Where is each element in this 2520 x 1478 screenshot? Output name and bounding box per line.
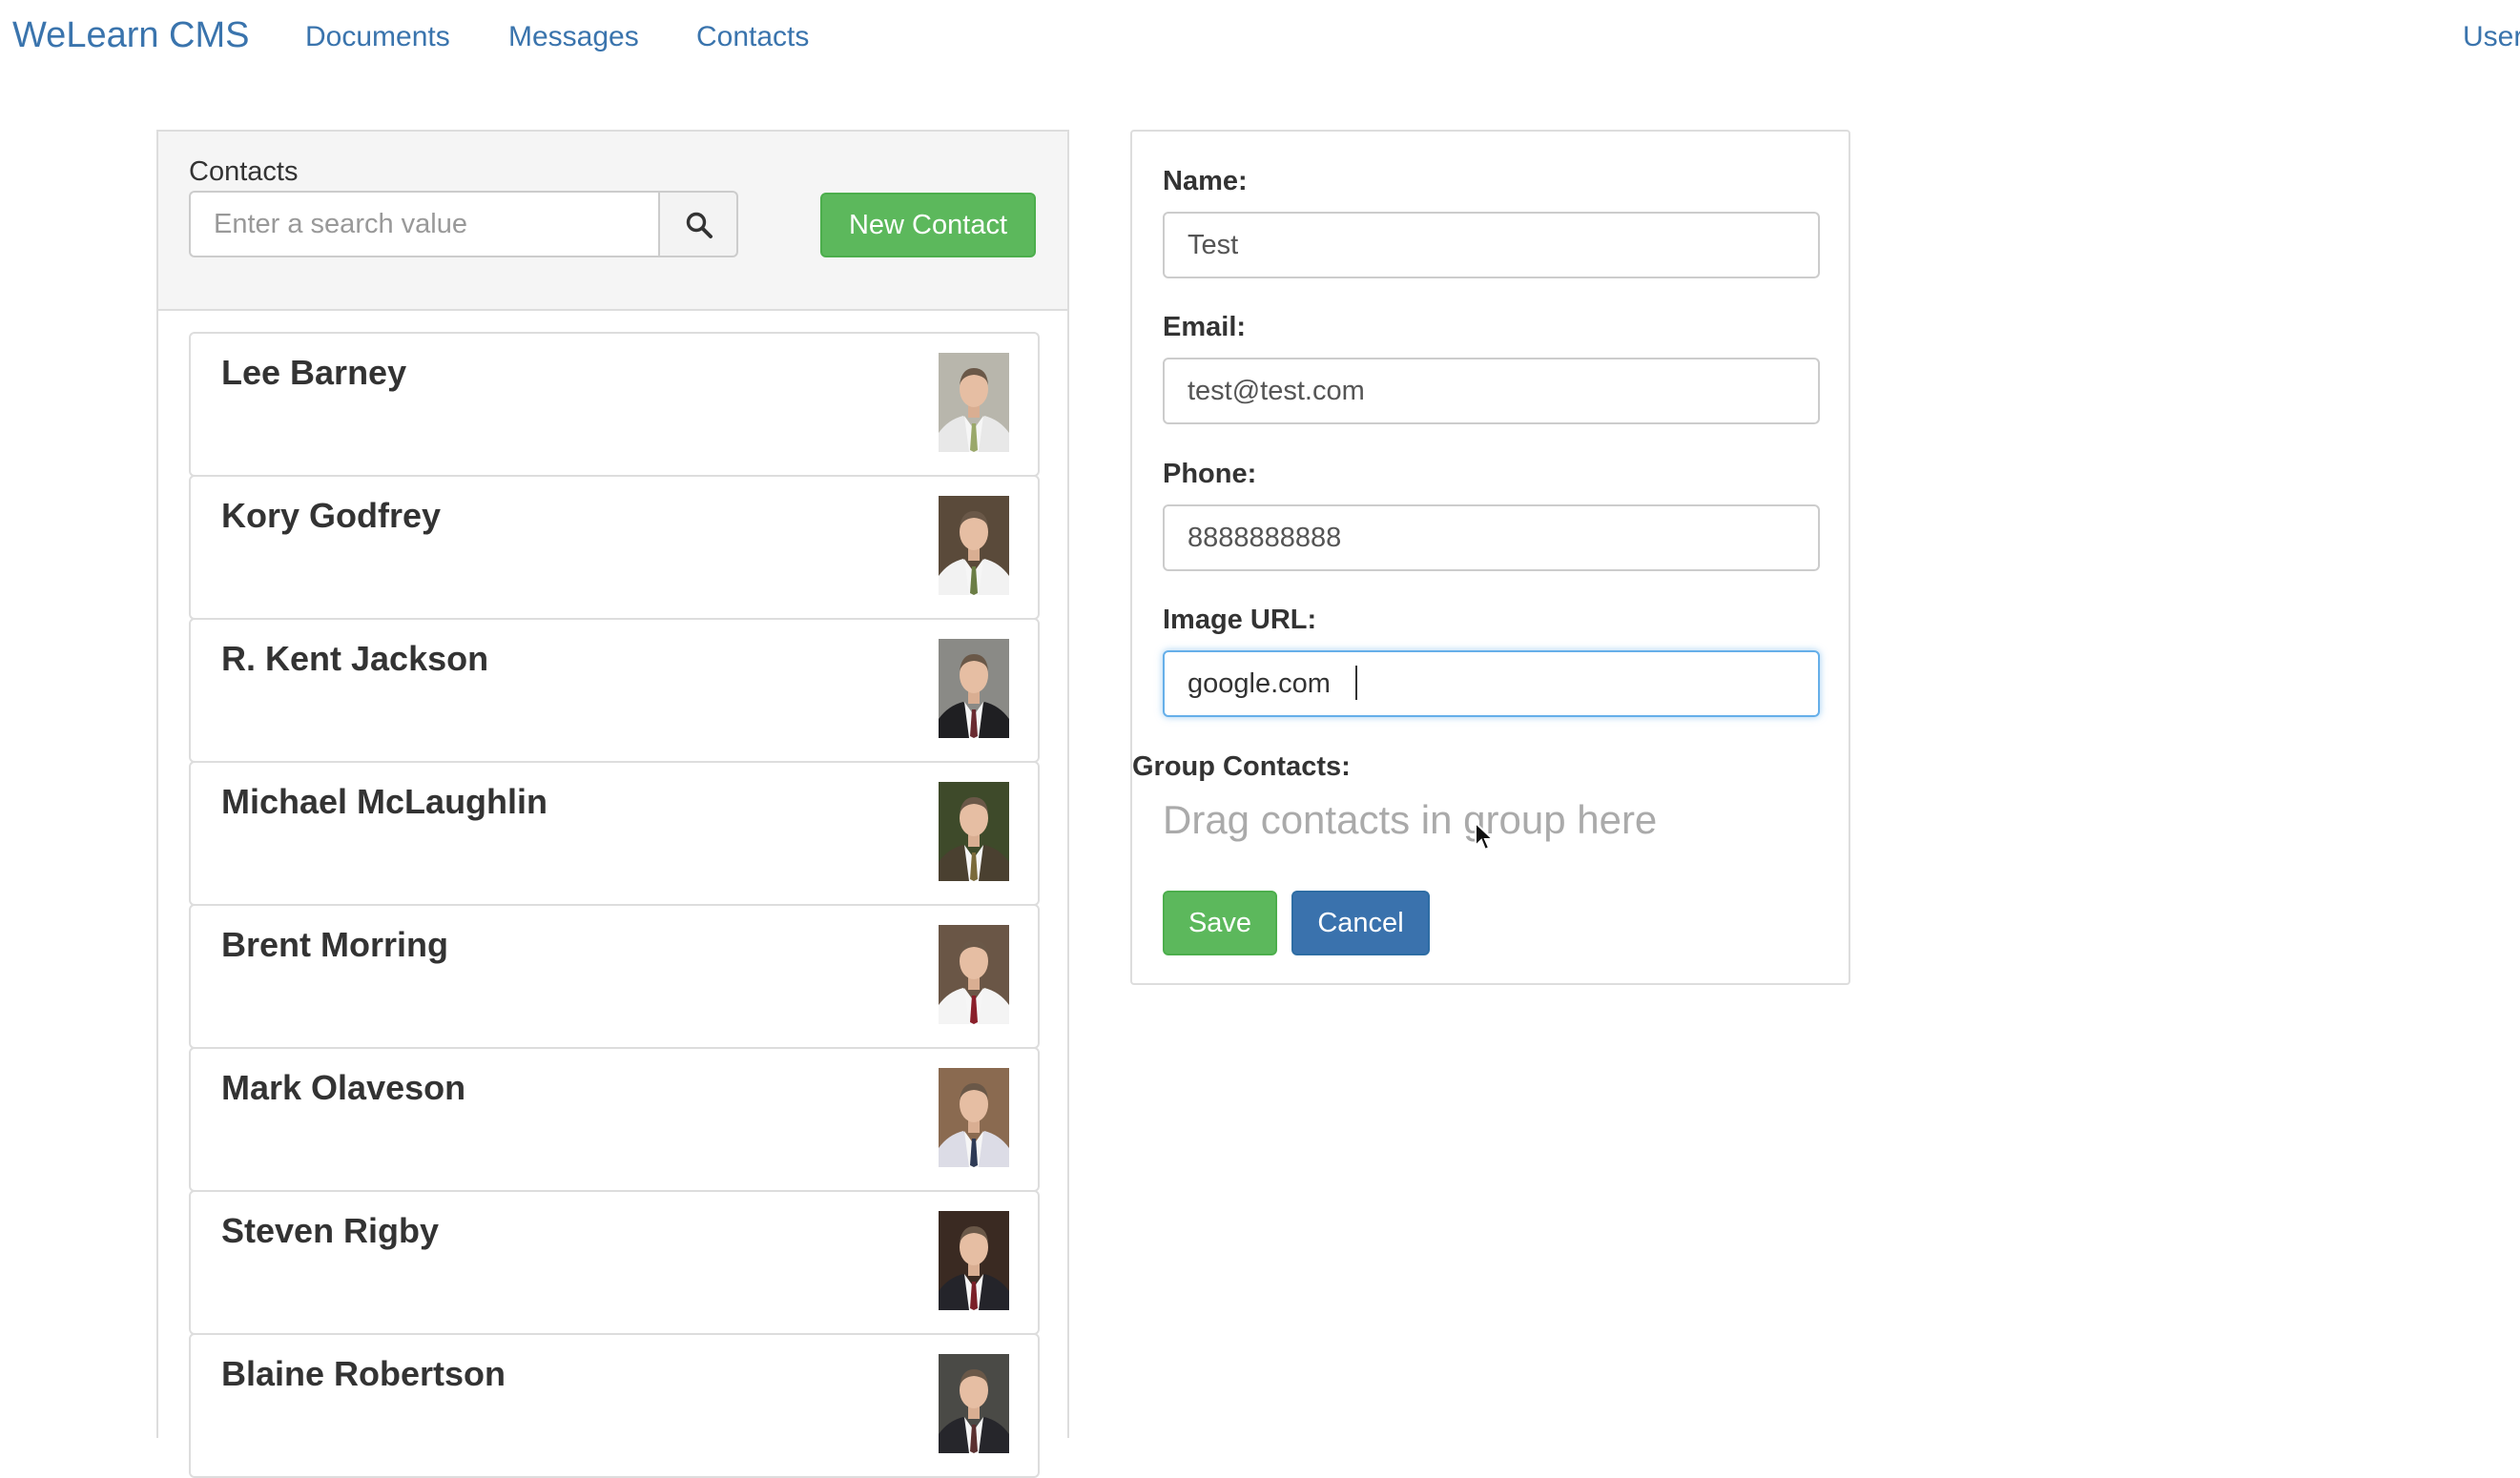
- contact-name: Lee Barney: [221, 353, 407, 392]
- contact-list-item[interactable]: Steven Rigby: [189, 1190, 1040, 1335]
- save-button[interactable]: Save: [1163, 891, 1277, 955]
- contacts-panel-title: Contacts: [189, 156, 299, 187]
- contact-photo: [939, 1068, 1009, 1167]
- search-input[interactable]: [189, 191, 658, 257]
- contact-list-item[interactable]: Brent Morring: [189, 904, 1040, 1049]
- image-url-field[interactable]: [1163, 650, 1820, 717]
- contact-list-item[interactable]: Lee Barney: [189, 332, 1040, 477]
- contact-name: Blaine Robertson: [221, 1354, 506, 1393]
- contact-list-item[interactable]: R. Kent Jackson: [189, 618, 1040, 763]
- contacts-panel-header: Contacts New Contact: [158, 132, 1067, 311]
- search-button[interactable]: [658, 191, 738, 257]
- new-contact-button[interactable]: New Contact: [820, 193, 1036, 257]
- contacts-panel: Contacts New Contact Lee Barney Kory Godf…: [156, 130, 1069, 1478]
- contact-name: Michael McLaughlin: [221, 782, 548, 821]
- nav-link-user[interactable]: User: [2463, 21, 2520, 53]
- contact-name: Kory Godfrey: [221, 496, 442, 535]
- contact-photo: [939, 1211, 1009, 1310]
- contact-list-item[interactable]: Michael McLaughlin: [189, 761, 1040, 906]
- top-navbar: WeLearn CMS Documents Messages Contacts …: [0, 0, 2520, 76]
- group-contacts-label: Group Contacts:: [1132, 751, 1351, 782]
- brand-link[interactable]: WeLearn CMS: [12, 15, 250, 56]
- text-caret: [1355, 666, 1357, 700]
- contact-list-item[interactable]: Kory Godfrey: [189, 475, 1040, 620]
- cancel-button[interactable]: Cancel: [1291, 891, 1430, 955]
- contact-photo: [939, 782, 1009, 881]
- contact-name: Brent Morring: [221, 925, 448, 964]
- contact-photo: [939, 639, 1009, 738]
- phone-field[interactable]: [1163, 504, 1820, 571]
- nav-link-contacts[interactable]: Contacts: [696, 21, 809, 53]
- contact-name: Mark Olaveson: [221, 1068, 466, 1107]
- email-field[interactable]: [1163, 358, 1820, 424]
- contact-photo: [939, 496, 1009, 595]
- search-icon: [686, 212, 713, 238]
- contact-photo: [939, 925, 1009, 1024]
- contact-list-item[interactable]: Blaine Robertson: [189, 1333, 1040, 1478]
- group-drop-zone[interactable]: Drag contacts in group here: [1163, 797, 1657, 843]
- contact-name: Steven Rigby: [221, 1211, 440, 1250]
- phone-label: Phone:: [1163, 459, 1257, 489]
- contact-photo: [939, 1354, 1009, 1453]
- image-url-wrapper: [1132, 650, 1852, 719]
- contact-list-item[interactable]: Mark Olaveson: [189, 1047, 1040, 1192]
- nav-link-documents[interactable]: Documents: [305, 21, 450, 53]
- name-field[interactable]: [1163, 212, 1820, 278]
- image-url-label: Image URL:: [1163, 605, 1317, 635]
- mouse-cursor-icon: [1475, 822, 1496, 852]
- contact-photo: [939, 353, 1009, 452]
- nav-link-messages[interactable]: Messages: [508, 21, 639, 53]
- contact-name: R. Kent Jackson: [221, 639, 489, 678]
- contact-form-panel: Name: Email: Phone: Image URL: Group Con…: [1130, 130, 1850, 985]
- email-label: Email:: [1163, 312, 1247, 342]
- name-label: Name:: [1163, 166, 1248, 196]
